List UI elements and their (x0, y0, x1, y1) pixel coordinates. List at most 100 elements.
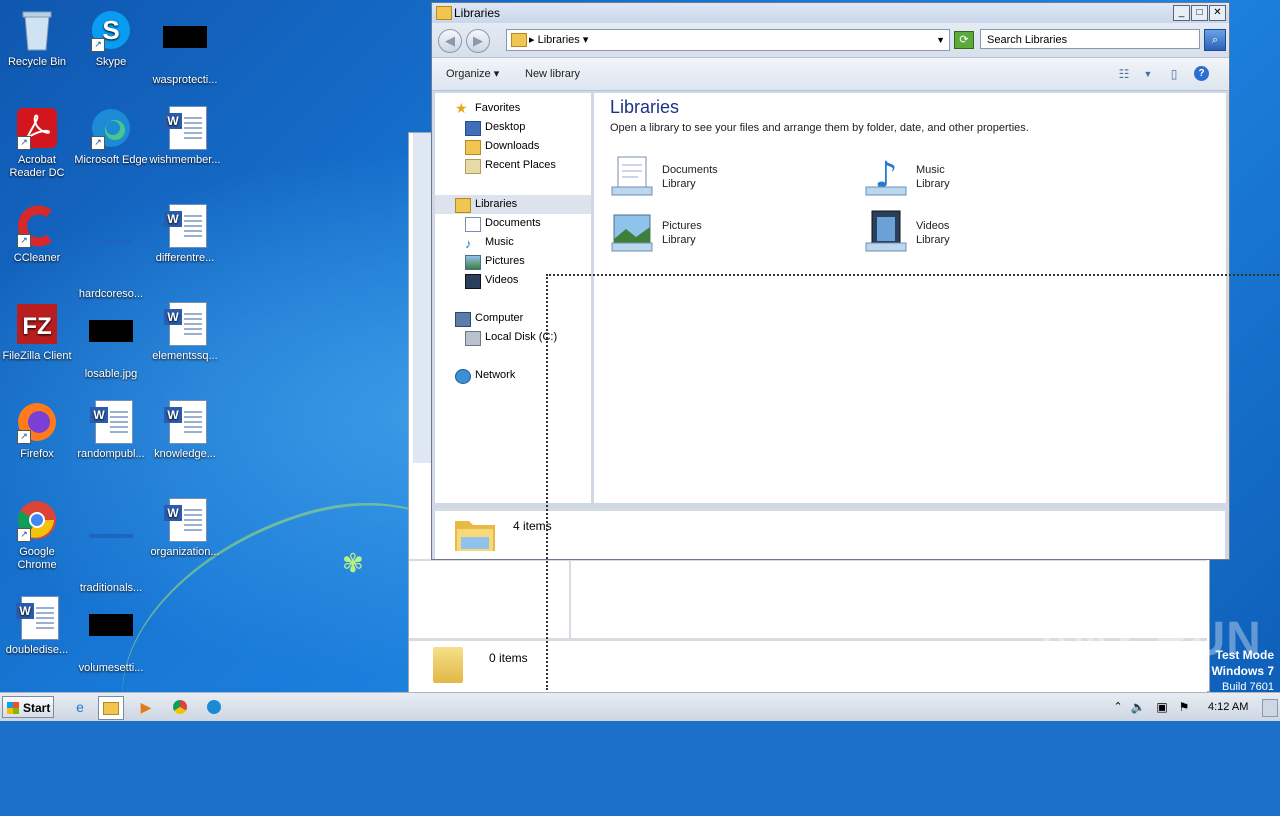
desktop-icon-differentre[interactable]: differentre... (148, 204, 222, 265)
word-document-icon (163, 204, 207, 248)
back-button[interactable]: ◀ (438, 29, 462, 53)
edge-taskbar-icon[interactable] (202, 696, 226, 718)
minimize-button[interactable]: _ (1173, 5, 1190, 21)
edge-icon: ↗ (89, 106, 133, 150)
desktop-icon-organization[interactable]: organization... (148, 498, 222, 559)
search-icon[interactable]: ⌕ (1204, 29, 1226, 51)
desktop-icon (465, 121, 481, 136)
window-title: Libraries (454, 6, 501, 20)
test-mode-notice: Test Mode Windows 7 Build 7601 (1211, 648, 1274, 693)
image-file-icon (89, 614, 133, 658)
wallpaper-leaf-icon: ✾ (342, 548, 364, 578)
videos-icon (465, 274, 481, 289)
chrome-icon: ↗ (15, 498, 59, 542)
library-documents[interactable]: Documents Library (610, 153, 850, 203)
videos-library-icon (865, 210, 907, 252)
search-input[interactable]: Search Libraries (980, 29, 1200, 49)
acrobat-icon: ↗ (15, 106, 59, 150)
refresh-button[interactable]: ⟳ (954, 31, 974, 49)
music-note-icon: ♪ (465, 236, 472, 251)
explorer-taskbar-icon[interactable] (98, 696, 124, 720)
libraries-folder-icon (511, 33, 527, 47)
word-document-icon (163, 106, 207, 150)
shortcut-arrow-icon: ↗ (17, 430, 31, 444)
library-label: Pictures Library (662, 220, 702, 246)
view-options-icon[interactable]: ☷ (1116, 67, 1132, 81)
shortcut-arrow-icon: ↗ (91, 136, 105, 150)
shortcut-arrow-icon: ↗ (91, 38, 105, 52)
network-tray-icon[interactable]: ▣ (1150, 696, 1174, 718)
new-library-button[interactable]: New library (525, 58, 580, 90)
library-music[interactable]: ♪ Music Library (864, 153, 1104, 203)
library-pictures[interactable]: Pictures Library (610, 209, 850, 259)
computer-icon (455, 312, 471, 327)
organize-button[interactable]: Organize ▾ (446, 58, 499, 90)
desktop-icon-elementssq[interactable]: elementssq... (148, 302, 222, 363)
pictures-library-icon (611, 214, 653, 252)
recent-places-icon (465, 159, 481, 174)
preview-pane-icon[interactable]: ▯ (1166, 67, 1182, 81)
desktop-icon-skype[interactable]: S ↗ Skype (74, 8, 148, 69)
word-document-icon (163, 498, 207, 542)
desktop-icon-doubledise[interactable]: doubledise... (0, 596, 74, 657)
music-library-icon: ♪ (865, 155, 907, 196)
svg-text:FZ: FZ (22, 313, 51, 340)
documents-library-icon (611, 156, 653, 196)
desktop-icon-wishmember[interactable]: wishmember... (148, 106, 222, 167)
title-bar[interactable]: Libraries _ □ ✕ (432, 3, 1229, 23)
desktop-icon-traditionals[interactable]: traditionals... (74, 498, 148, 595)
filezilla-icon: FZ (15, 302, 59, 346)
command-bar: Organize ▾ New library ☷ ▼ ▯ ? (432, 57, 1229, 91)
clock[interactable]: 4:12 AM (1208, 693, 1248, 721)
library-label: Documents Library (662, 164, 718, 190)
forward-button[interactable]: ▶ (466, 29, 490, 53)
folder-icon (433, 647, 463, 683)
action-center-flag-icon[interactable]: ⚑ (1172, 696, 1196, 718)
desktop-icon-wasprotecti[interactable]: wasprotecti... (148, 8, 222, 87)
skype-icon: S ↗ (89, 8, 133, 52)
address-bar-row: ◀ ▶ ▸ Libraries ▾ ▼ ⟳ Search Libraries ⌕ (432, 23, 1229, 57)
show-desktop-button[interactable] (1262, 699, 1278, 717)
close-button[interactable]: ✕ (1209, 5, 1226, 21)
page-title: Libraries (610, 97, 680, 117)
desktop-icon-randompubl[interactable]: randompubl... (74, 400, 148, 461)
desktop-icon-recycle-bin[interactable]: Recycle Bin (0, 8, 74, 69)
desktop-icon-edge[interactable]: ↗ Microsoft Edge (74, 106, 148, 167)
word-document-icon (89, 400, 133, 444)
start-button[interactable]: Start (2, 696, 54, 718)
desktop-icon-ccleaner[interactable]: ↗ CCleaner (0, 204, 74, 265)
address-text: ▸ Libraries ▾ (529, 34, 589, 46)
desktop-icon-filezilla[interactable]: FZ FileZilla Client (0, 302, 74, 363)
view-dropdown-icon[interactable]: ▼ (1140, 67, 1156, 81)
library-label: Music Library (916, 164, 950, 190)
address-dropdown-icon[interactable]: ▼ (936, 30, 945, 50)
file-icon (89, 534, 133, 578)
ccleaner-icon: ↗ (15, 204, 59, 248)
desktop-icon-hardcoreso[interactable]: hardcoreso... (74, 204, 148, 301)
media-player-icon[interactable]: ▶ (134, 696, 158, 718)
network-icon (455, 369, 471, 384)
star-icon: ★ (455, 100, 468, 116)
taskbar: Start e ▶ ⌃ 🔈 ▣ ⚑ 4:12 AM (0, 692, 1280, 721)
desktop-icon-acrobat[interactable]: ↗ Acrobat Reader DC (0, 106, 74, 180)
chrome-taskbar-icon[interactable] (168, 696, 192, 718)
help-icon[interactable]: ? (1194, 66, 1209, 81)
address-bar[interactable]: ▸ Libraries ▾ ▼ (506, 29, 950, 51)
desktop-icon-volumesetti[interactable]: volumesetti... (74, 596, 148, 675)
desktop-icon-chrome[interactable]: ↗ Google Chrome (0, 498, 74, 572)
desktop-icon-firefox[interactable]: ↗ Firefox (0, 400, 74, 461)
volume-icon[interactable]: 🔈 (1126, 696, 1150, 718)
library-videos[interactable]: Videos Library (864, 209, 1104, 259)
shortcut-arrow-icon: ↗ (17, 136, 31, 150)
library-label: Videos Library (916, 220, 950, 246)
libraries-folder-icon (436, 6, 452, 20)
image-file-icon (163, 26, 207, 70)
pictures-icon (465, 255, 481, 270)
internet-explorer-icon[interactable]: e (68, 696, 92, 718)
file-icon (89, 240, 133, 284)
maximize-button[interactable]: □ (1191, 5, 1208, 21)
background-status-text: 0 items (489, 651, 528, 665)
libraries-folder-icon (455, 198, 471, 213)
desktop-icon-knowledge[interactable]: knowledge... (148, 400, 222, 461)
desktop-icon-losable[interactable]: losable.jpg (74, 302, 148, 381)
